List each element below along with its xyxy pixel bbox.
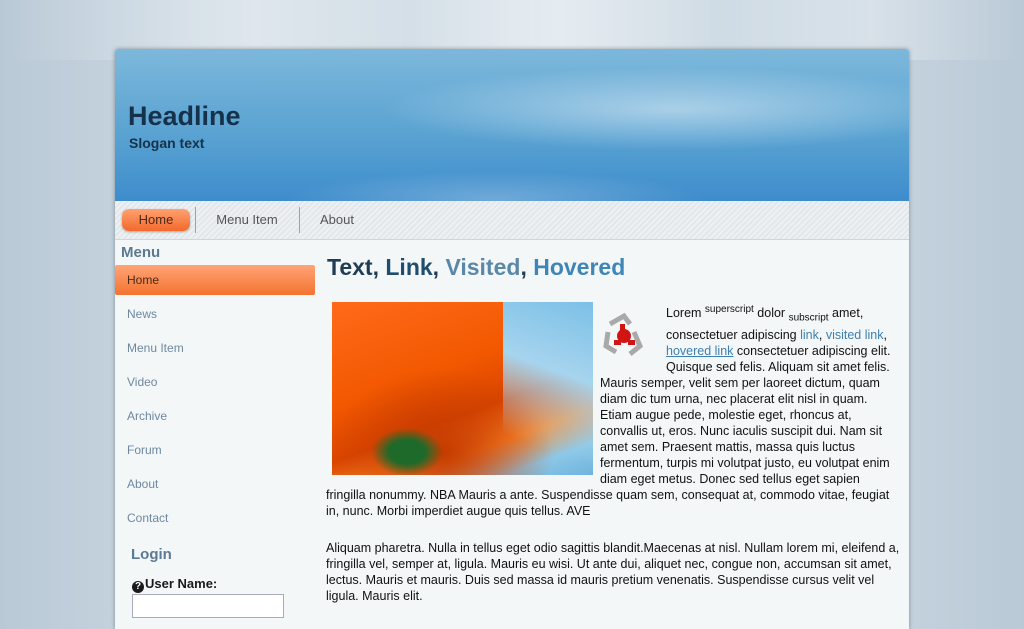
p1-text: Lorem: [666, 306, 705, 321]
content-paragraph-1: Lorem superscript dolor subscript amet, …: [326, 302, 901, 519]
sidebar: Menu Home News Menu Item Video Archive F…: [115, 240, 317, 629]
sidebar-item-menu-item[interactable]: Menu Item: [115, 333, 315, 363]
question-circle-icon[interactable]: ?: [132, 581, 144, 593]
title-separator: ,: [432, 254, 446, 280]
site-headline: Headline: [128, 101, 241, 131]
nav-separator: [299, 207, 300, 233]
image-float-spacer: [326, 302, 600, 478]
header-banner: Headline Slogan text: [115, 49, 909, 201]
subscript-text: subscript: [788, 312, 829, 324]
title-separator: ,: [520, 254, 534, 280]
p1-text: ,: [818, 327, 826, 342]
title-text: Text: [327, 254, 373, 280]
sidebar-item-news[interactable]: News: [115, 299, 315, 329]
sidebar-item-home[interactable]: Home: [115, 265, 315, 295]
title-hovered[interactable]: Hovered: [533, 254, 625, 280]
login-title: Login: [131, 546, 172, 563]
nav-menu-item[interactable]: Menu Item: [209, 209, 285, 231]
sidebar-title: Menu: [121, 244, 161, 261]
site-slogan: Slogan text: [129, 135, 205, 151]
content-paragraph-2: Aliquam pharetra. Nulla in tellus eget o…: [326, 541, 900, 603]
icon-float-spacer: [600, 302, 666, 364]
content-title: Text, Link, Visited, Hovered: [327, 254, 625, 281]
nav-about[interactable]: About: [313, 209, 361, 231]
inline-visited-link[interactable]: visited link: [826, 328, 884, 342]
top-navigation: Home Menu Item About: [115, 201, 909, 240]
sidebar-item-video[interactable]: Video: [115, 367, 315, 397]
sidebar-item-forum[interactable]: Forum: [115, 435, 315, 465]
nav-separator: [195, 207, 196, 233]
title-visited[interactable]: Visited: [445, 254, 520, 280]
title-separator: ,: [372, 254, 386, 280]
site-container: Headline Slogan text Home Menu Item Abou…: [115, 49, 909, 629]
p1-text: ,: [883, 327, 887, 342]
nav-home[interactable]: Home: [122, 209, 190, 231]
username-label: ? User Name:: [132, 576, 217, 593]
sidebar-item-about[interactable]: About: [115, 469, 315, 499]
sidebar-item-contact[interactable]: Contact: [115, 503, 315, 533]
inline-link[interactable]: link: [800, 328, 819, 342]
inline-hovered-link[interactable]: hovered link: [666, 344, 733, 358]
sidebar-item-archive[interactable]: Archive: [115, 401, 315, 431]
title-link[interactable]: Link: [385, 254, 432, 280]
username-label-text: User Name:: [145, 576, 218, 591]
superscript-text: superscript: [704, 304, 754, 315]
p1-text: dolor: [753, 306, 789, 321]
username-field[interactable]: [132, 594, 284, 618]
